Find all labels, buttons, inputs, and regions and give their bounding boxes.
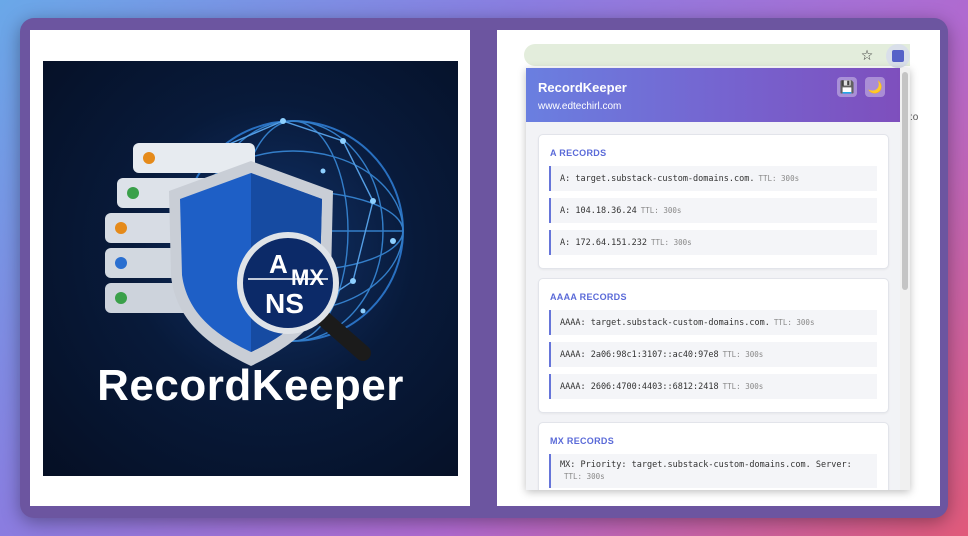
popup-title: RecordKeeper (538, 80, 627, 95)
logo-brand-text: RecordKeeper (97, 361, 404, 410)
section-title: A RECORDS (550, 148, 607, 158)
background-page-fragment: :o (910, 112, 919, 123)
magnifier-label-mx: MX (291, 265, 324, 290)
logo-illustration: A MX NS (105, 118, 404, 366)
current-domain: www.edtechirl.com (538, 101, 622, 112)
save-icon[interactable]: 💾 (837, 77, 857, 97)
record-row[interactable]: AAAA: 2a06:98c1:3107::ac40:97e8 TTL: 300s (549, 342, 877, 367)
section-title: MX RECORDS (550, 436, 615, 446)
record-row[interactable]: AAAA: 2606:4700:4403::6812:2418 TTL: 300s (549, 374, 877, 399)
extension-icon (892, 50, 904, 62)
extension-popup: RecordKeeper www.edtechirl.com 💾 🌙 A REC… (526, 68, 910, 490)
showcase-frame: A MX NS RecordKeeper ☆ :o RecordKeeper w… (20, 18, 948, 518)
aaaa-records-card: AAAA RECORDS AAAA: target.substack-custo… (538, 278, 889, 413)
record-row[interactable]: AAAA: target.substack-custom-domains.com… (549, 310, 877, 335)
dark-mode-toggle-icon[interactable]: 🌙 (865, 77, 885, 97)
a-records-card: A RECORDS A: target.substack-custom-doma… (538, 134, 889, 269)
browser-address-bar[interactable] (524, 44, 910, 66)
magnifier-label-a: A (269, 249, 288, 279)
browser-panel: ☆ :o RecordKeeper www.edtechirl.com 💾 🌙 … (497, 30, 940, 506)
extension-button[interactable] (886, 44, 910, 68)
record-row[interactable]: A: 104.18.36.24 TTL: 300s (549, 198, 877, 223)
recordkeeper-logo: A MX NS RecordKeeper (43, 61, 458, 476)
bookmark-star-icon[interactable]: ☆ (857, 44, 877, 66)
popup-scrollbar-thumb[interactable] (902, 72, 908, 290)
popup-header: RecordKeeper www.edtechirl.com 💾 🌙 (526, 68, 900, 122)
magnifier-label-ns: NS (265, 288, 304, 319)
mx-records-card: MX RECORDS MX: Priority: target.substack… (538, 422, 889, 490)
section-title: AAAA RECORDS (550, 292, 627, 302)
record-row[interactable]: A: target.substack-custom-domains.com. TT… (549, 166, 877, 191)
record-row[interactable]: A: 172.64.151.232 TTL: 300s (549, 230, 877, 255)
record-row[interactable]: MX: Priority: target.substack-custom-dom… (549, 454, 877, 488)
logo-panel: A MX NS RecordKeeper (30, 30, 470, 506)
